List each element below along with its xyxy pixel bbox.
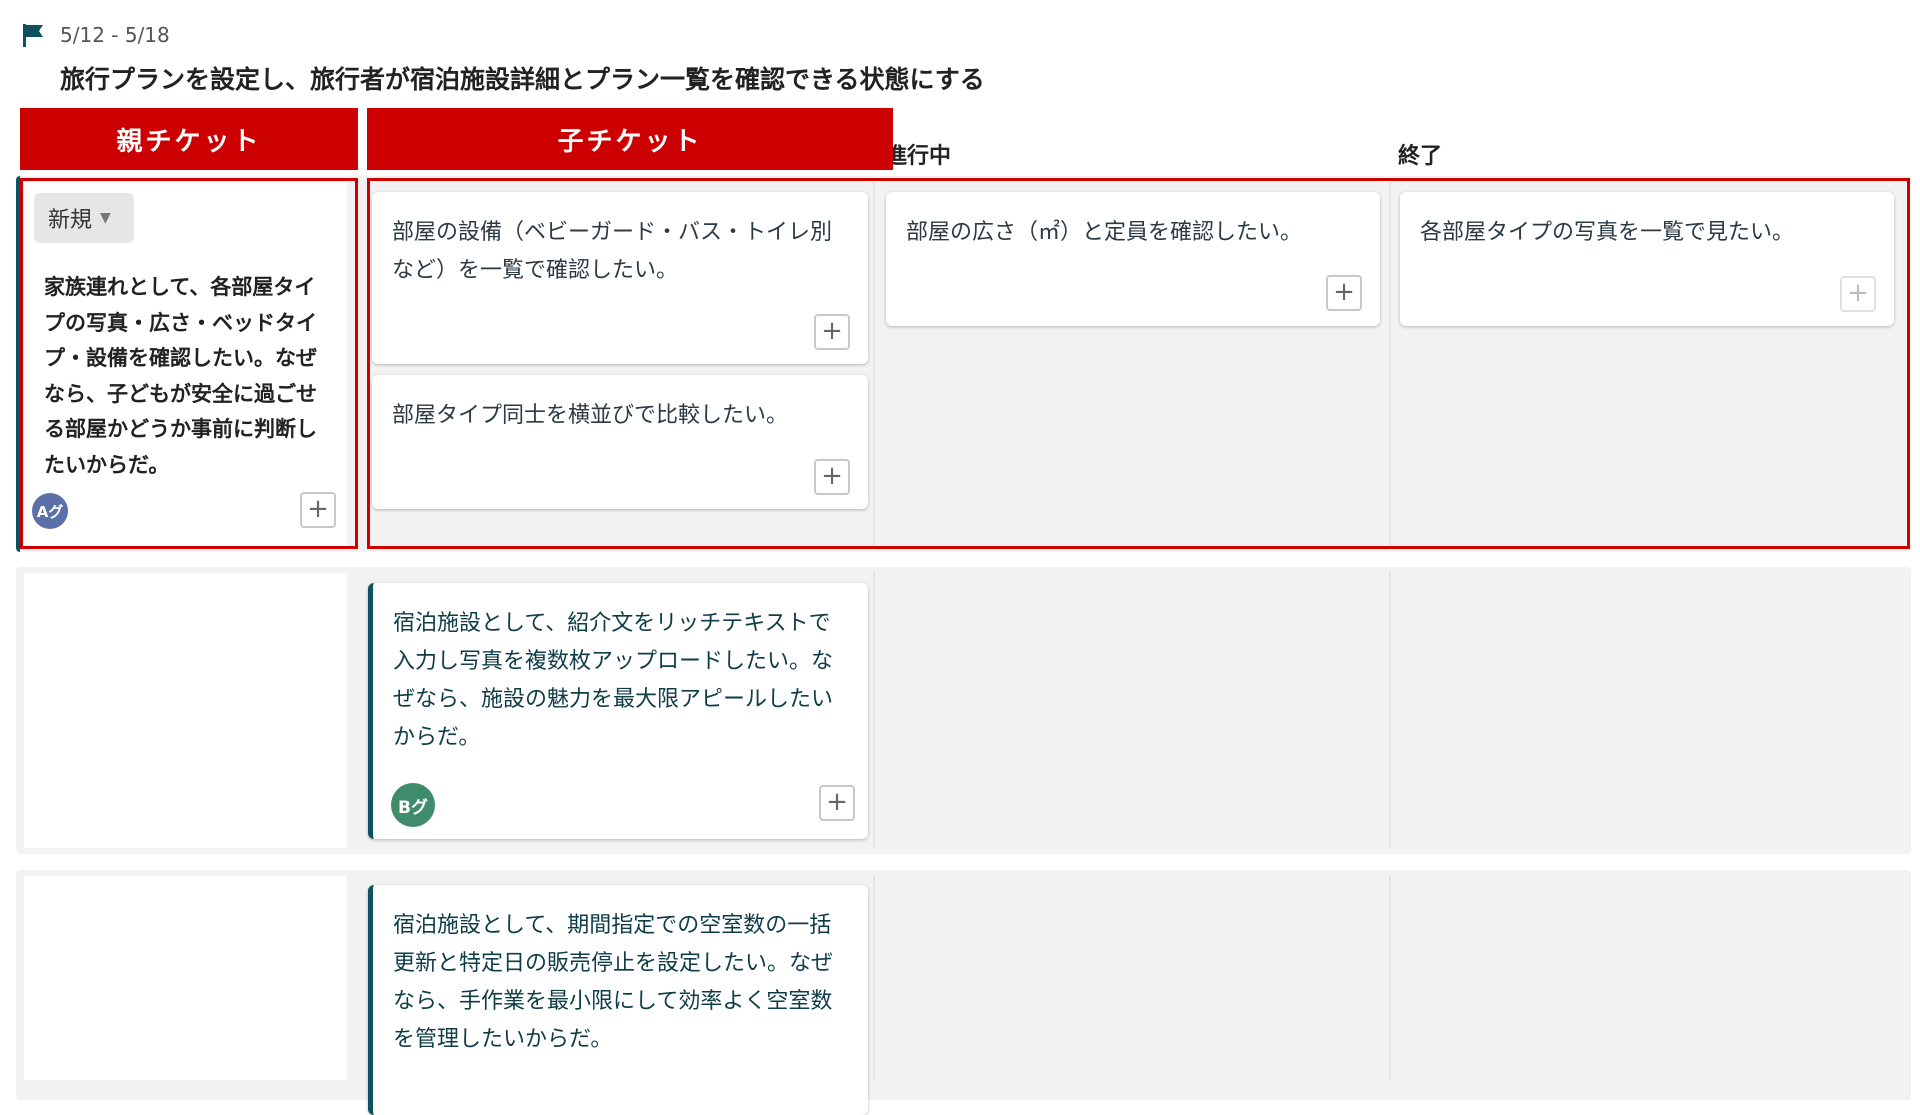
- child-ticket-banner: 子チケット: [367, 108, 893, 170]
- avatar[interactable]: Bグ: [391, 783, 435, 827]
- add-button[interactable]: +: [814, 459, 850, 495]
- add-child-button[interactable]: +: [300, 492, 336, 528]
- avatar[interactable]: Aグ: [32, 493, 68, 529]
- child-card[interactable]: 部屋の広さ（㎡）と定員を確認したい。 +: [886, 192, 1380, 326]
- sprint-header: 5/12 - 5/18: [20, 22, 170, 48]
- status-label: 新規: [48, 208, 93, 233]
- column-divider: [1389, 573, 1391, 848]
- child-card[interactable]: 宿泊施設として、紹介文をリッチテキストで入力し写真を複数枚アップロードしたい。な…: [368, 583, 868, 839]
- column-divider: [1389, 182, 1391, 546]
- child-card[interactable]: 部屋タイプ同士を横並びで比較したい。 +: [372, 375, 868, 509]
- child-card[interactable]: 部屋の設備（ベビーガード・バス・トイレ別など）を一覧で確認したい。 +: [372, 192, 868, 364]
- sprint-goal: 旅行プランを設定し、旅行者が宿泊施設詳細とプラン一覧を確認できる状態にする: [60, 65, 985, 94]
- column-divider: [873, 573, 875, 848]
- column-divider: [873, 876, 875, 1080]
- card-title: 宿泊施設として、紹介文をリッチテキストで入力し写真を複数枚アップロードしたい。な…: [393, 611, 834, 750]
- status-dropdown[interactable]: 新規 ▼: [34, 193, 134, 243]
- card-title: 宿泊施設として、期間指定での空室数の一括更新と特定日の販売停止を設定したい。なぜ…: [393, 913, 834, 1052]
- column-divider: [1389, 876, 1391, 1080]
- add-button[interactable]: +: [1840, 276, 1876, 312]
- flag-icon: [23, 24, 43, 47]
- column-header-in-progress: 進行中: [885, 144, 952, 169]
- card-title: 部屋の設備（ベビーガード・バス・トイレ別など）を一覧で確認したい。: [392, 220, 833, 283]
- add-button[interactable]: +: [1326, 275, 1362, 311]
- card-title: 部屋タイプ同士を横並びで比較したい。: [392, 403, 789, 428]
- parent-cell: [24, 573, 347, 848]
- column-header-done: 終了: [1398, 144, 1443, 169]
- column-divider: [873, 182, 875, 546]
- child-card[interactable]: 宿泊施設として、期間指定での空室数の一括更新と特定日の販売停止を設定したい。なぜ…: [368, 885, 868, 1115]
- chevron-down-icon: ▼: [100, 210, 111, 226]
- add-button[interactable]: +: [814, 314, 850, 350]
- add-button[interactable]: +: [819, 785, 855, 821]
- card-title: 各部屋タイプの写真を一覧で見たい。: [1420, 220, 1795, 245]
- card-title: 部屋の広さ（㎡）と定員を確認したい。: [906, 220, 1303, 245]
- child-card[interactable]: 各部屋タイプの写真を一覧で見たい。 +: [1400, 192, 1894, 326]
- parent-cell: [24, 876, 347, 1080]
- sprint-dates: 5/12 - 5/18: [60, 23, 170, 47]
- parent-ticket-banner: 親チケット: [20, 108, 358, 170]
- parent-ticket-description[interactable]: 家族連れとして、各部屋タイプの写真・広さ・ベッドタイプ・設備を確認したい。なぜな…: [44, 270, 334, 483]
